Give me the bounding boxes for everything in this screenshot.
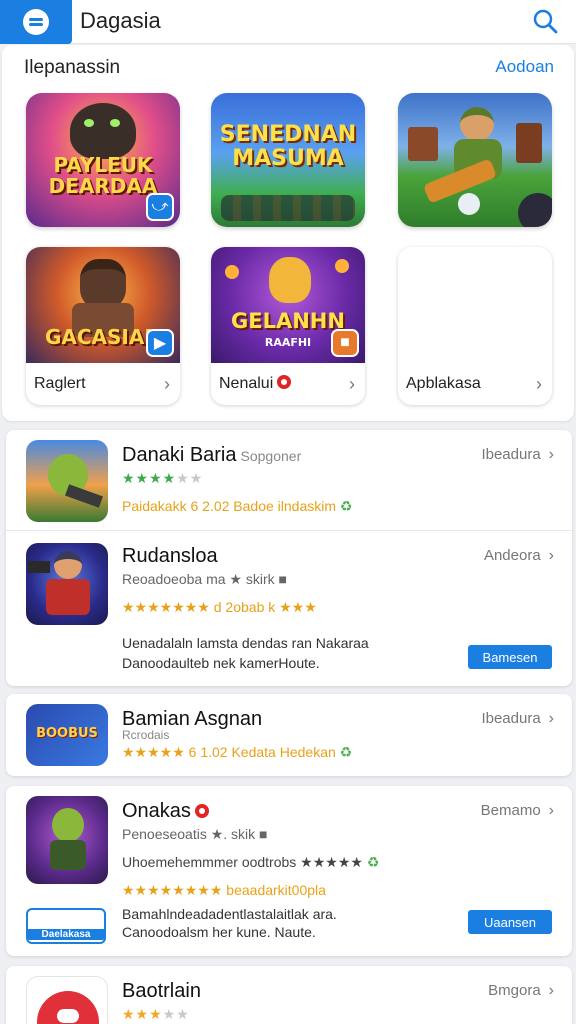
app-thumbnail [26,543,108,625]
app-thumbnail [26,796,108,884]
app-description: Canoodoalsm her kune. Naute. [122,924,316,940]
section-title: Ilepanassin [24,57,121,78]
game-card-2[interactable]: GELANHN RAAFHI ■ Nenalui › [211,247,365,405]
card-art-empty [398,247,552,363]
game-card-3[interactable]: Apblakasa › [398,247,552,405]
list-item[interactable]: BOOBUS Bamian Asgnan Ibeadura › Rcrodais … [6,694,572,776]
install-button[interactable]: Uaansen [468,910,552,934]
app-meta[interactable]: Bemamo › [481,802,554,820]
menu-icon [23,9,49,35]
promo-badge: Daelakasa [26,908,106,944]
chevron-right-icon: › [536,374,542,394]
tile-badge[interactable]: ■ [331,329,359,357]
app-thumbnail [26,440,108,522]
app-info-line: Reoadoeoba ma ★ skirk ■ [122,571,287,587]
app-info-line: Rcrodais [122,728,170,742]
chevron-right-icon: › [548,710,554,727]
alert-icon [277,375,292,389]
menu-button[interactable] [0,0,72,44]
chevron-right-icon: › [548,547,554,564]
chevron-right-icon: › [164,374,170,394]
chevron-right-icon: › [349,374,355,394]
see-all-link[interactable]: Aodoan [495,57,554,77]
chevron-right-icon: › [548,446,554,463]
app-title: Dagasia [80,8,161,33]
app-rating-line: ★★★★★★★★ beaadarkit00pla [122,882,326,898]
tile-share-badge[interactable]: ⤻ [146,193,174,221]
promo-badge-text: Daelakasa [28,929,104,940]
app-meta[interactable]: Ibeadura › [481,710,554,728]
app-description: Uenadalaln lamsta dendas ran Nakaraa [122,635,369,651]
chevron-right-icon: › [548,802,554,819]
app-meta[interactable]: Andeora › [484,547,554,565]
app-info-line: Paidakakk 6 2.02 Badoe ilndaskim ♻ [122,498,353,514]
card-caption: Apblakasa [406,375,481,392]
tile-play-badge[interactable]: ▶ [146,329,174,357]
app-thumbnail [26,976,108,1024]
app-title: Onakas [122,800,209,823]
search-icon[interactable] [530,6,560,36]
install-button[interactable]: Bamesen [468,645,552,669]
app-list-card-3: Daelakasa Onakas Bemamo › Penoeseoatis ★.… [6,786,572,956]
app-info-line: Uhoemehemmmer oodtrobs ★★★★★ ♻ [122,854,380,870]
rating-stars: ★★★★★★ [122,470,204,486]
card-art: GACASIAN ▶ [26,247,180,363]
app-rating-line: ★★★★★ 6 1.02 Kedata Hedekan ♻ [122,744,353,760]
chevron-right-icon: › [548,982,554,999]
featured-section: Ilepanassin Aodoan PAYLEUK DEARDAA ⤻ SEN… [2,45,574,421]
app-title: Baotrlain [122,980,201,1002]
list-item[interactable]: Baotrlain Bmgora › ★★★★★ [6,966,572,1024]
app-description: Bamahlndeadadentlastalaitlak ara. [122,906,337,922]
character-art [460,107,494,141]
tile-art-text: PAYLEUK DEARDAA [48,153,158,198]
app-meta[interactable]: Ibeadura › [481,446,554,464]
character-art [70,103,136,159]
app-info-line: Penoeseoatis ★. skik ■ [122,826,268,842]
thumb-art-text: BOOBUS [36,726,98,741]
tile-art-text: SENEDNAN MASUMA [219,122,357,172]
top-bar: Dagasia [0,0,576,44]
app-list-card-4: Baotrlain Bmgora › ★★★★★ [6,966,572,1024]
app-rating-line: ★★★★★★★ d 2obab k ★★★ [122,599,317,615]
game-tile-1[interactable]: PAYLEUK DEARDAA ⤻ [26,93,180,227]
list-item[interactable]: Daelakasa Onakas Bemamo › Penoeseoatis ★.… [6,786,572,956]
list-item[interactable]: Danaki Baria Sopgoner Ibeadura › ★★★★★★ Pa… [6,430,572,530]
game-tile-2[interactable]: SENEDNAN MASUMA [211,93,365,227]
alert-icon [194,804,209,818]
app-list-card-2: BOOBUS Bamian Asgnan Ibeadura › Rcrodais … [6,694,572,776]
game-card-1[interactable]: GACASIAN ▶ Raglert › [26,247,180,405]
app-title: Danaki Baria Sopgoner [122,444,302,466]
game-tile-3[interactable] [398,93,552,227]
app-thumbnail: BOOBUS [26,704,108,766]
app-list-card-1: Danaki Baria Sopgoner Ibeadura › ★★★★★★ Pa… [6,430,572,686]
app-title: Rudansloa [122,545,218,567]
app-meta[interactable]: Bmgora › [488,982,554,1000]
card-caption: Nenalui [219,375,292,393]
list-item[interactable]: Rudansloa Andeora › Reoadoeoba ma ★ skirk… [6,530,572,686]
card-art: GELANHN RAAFHI ■ [211,247,365,363]
app-description: Danoodaulteb nek kamerHoute. [122,655,320,671]
rating-stars: ★★★★★ [122,1006,190,1022]
card-caption: Raglert [34,375,86,392]
